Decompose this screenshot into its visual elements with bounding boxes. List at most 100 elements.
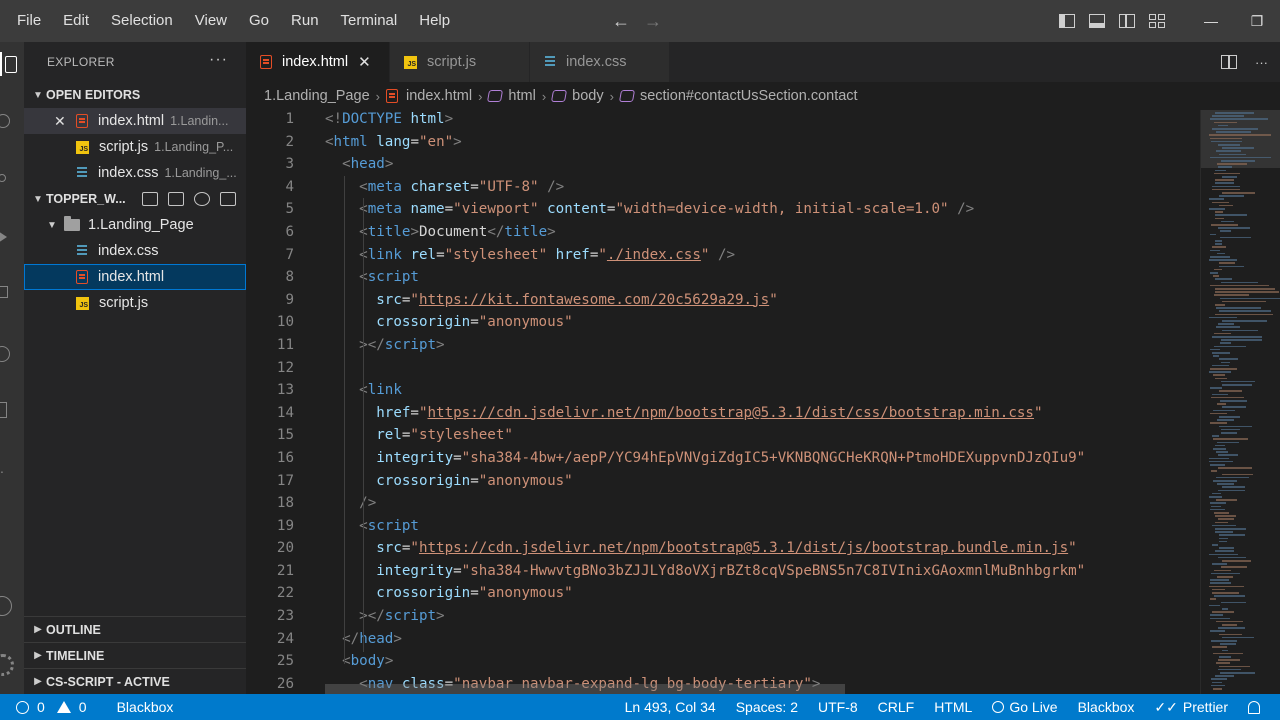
customize-layout-icon[interactable]: [1149, 14, 1165, 28]
file-item[interactable]: index.css: [24, 238, 246, 264]
menu-run[interactable]: Run: [280, 0, 330, 42]
run-debug-icon[interactable]: [0, 226, 24, 250]
tab-index-html[interactable]: index.html ✕: [246, 42, 390, 82]
menu-edit[interactable]: Edit: [52, 0, 100, 42]
code-line[interactable]: 6 <title>Document</title>: [246, 221, 1200, 244]
code-line[interactable]: 18 />: [246, 492, 1200, 515]
code-editor[interactable]: 1 <!DOCTYPE html> 2 <html lang="en"> 3 <head…: [246, 108, 1200, 694]
line-number: 20: [276, 540, 294, 557]
minimap[interactable]: [1200, 110, 1280, 694]
extensions-icon[interactable]: [0, 282, 24, 306]
blackbox-right[interactable]: Blackbox: [1068, 699, 1145, 715]
close-icon[interactable]: ✕: [54, 113, 66, 130]
code-line[interactable]: 16 integrity="sha384-4bw+/aepP/YC94hEpVN…: [246, 447, 1200, 470]
code-line[interactable]: 8 <script: [246, 266, 1200, 289]
code-line[interactable]: 5 <meta name="viewport" content="width=d…: [246, 198, 1200, 221]
menu-file[interactable]: File: [6, 0, 52, 42]
menu-selection[interactable]: Selection: [100, 0, 184, 42]
code-line[interactable]: 23 ></script>: [246, 605, 1200, 628]
search-icon[interactable]: [0, 110, 24, 134]
code-line[interactable]: 17 crossorigin="anonymous": [246, 470, 1200, 493]
remote-explorer-icon[interactable]: [0, 342, 24, 366]
more-actions-icon[interactable]: ···: [1255, 55, 1268, 70]
breadcrumb-file[interactable]: index.html: [406, 88, 472, 104]
workspace-section[interactable]: ▼ TOPPER_W...: [24, 186, 246, 212]
horizontal-scrollbar[interactable]: [325, 684, 845, 694]
split-editor-icon[interactable]: [1221, 55, 1237, 69]
code-line[interactable]: 19 <script: [246, 515, 1200, 538]
error-count[interactable]: 0: [37, 699, 45, 715]
open-editor-item[interactable]: JS script.js 1.Landing_P...: [24, 134, 246, 160]
line-ending[interactable]: CRLF: [868, 699, 925, 715]
code-line[interactable]: 24 </head>: [246, 628, 1200, 651]
timeline-section[interactable]: ▶ TIMELINE: [24, 642, 246, 668]
go-live-button[interactable]: Go Live: [982, 699, 1067, 715]
menu-view[interactable]: View: [184, 0, 238, 42]
open-editor-item[interactable]: ✕ index.html 1.Landin...: [24, 108, 246, 134]
code-line[interactable]: 3 <head>: [246, 153, 1200, 176]
forward-arrow-icon[interactable]: →: [644, 11, 662, 32]
file-item-selected[interactable]: index.html: [24, 264, 246, 290]
breadcrumb-body[interactable]: body: [572, 88, 603, 104]
code-line[interactable]: 14 href="https://cdn.jsdelivr.net/npm/bo…: [246, 402, 1200, 425]
navigation-arrows: ← →: [612, 0, 662, 42]
cursor-position[interactable]: Ln 493, Col 34: [615, 699, 726, 715]
folder-item[interactable]: ▼ 1.Landing_Page: [24, 212, 246, 238]
testing-icon[interactable]: [0, 398, 24, 422]
account-icon[interactable]: [0, 594, 24, 618]
manage-gear-icon[interactable]: [0, 652, 24, 676]
blackbox-left[interactable]: Blackbox: [117, 699, 174, 715]
code-line[interactable]: 20 src="https://cdn.jsdelivr.net/npm/boo…: [246, 537, 1200, 560]
code-line[interactable]: 1 <!DOCTYPE html>: [246, 108, 1200, 131]
notifications-bell-icon[interactable]: [1248, 700, 1260, 714]
outline-section[interactable]: ▶ OUTLINE: [24, 616, 246, 642]
code-line[interactable]: 21 integrity="sha384-HwwvtgBNo3bZJJLYd8o…: [246, 560, 1200, 583]
code-line[interactable]: 13 <link: [246, 379, 1200, 402]
collapse-all-icon[interactable]: [220, 192, 236, 206]
new-folder-icon[interactable]: [168, 192, 184, 206]
toggle-secondary-sidebar-icon[interactable]: [1119, 14, 1135, 28]
indentation[interactable]: Spaces: 2: [726, 699, 808, 715]
code-line[interactable]: 4 <meta charset="UTF-8" />: [246, 176, 1200, 199]
menu-help[interactable]: Help: [408, 0, 461, 42]
more-actions-icon[interactable]: ···: [209, 51, 228, 69]
encoding[interactable]: UTF-8: [808, 699, 868, 715]
explorer-icon[interactable]: [0, 52, 24, 76]
toggle-panel-icon[interactable]: [1089, 14, 1105, 28]
file-item[interactable]: JS script.js: [24, 290, 246, 316]
code-line[interactable]: 7 <link rel="stylesheet" href="./index.c…: [246, 244, 1200, 267]
close-icon[interactable]: ✕: [358, 53, 371, 71]
breadcrumb-section[interactable]: section#contactUsSection.contact: [640, 88, 858, 104]
breadcrumb-folder[interactable]: 1.Landing_Page: [264, 88, 370, 104]
code-line[interactable]: 11 ></script>: [246, 334, 1200, 357]
prettier-button[interactable]: ✓✓ Prettier: [1144, 699, 1238, 716]
restore-button[interactable]: ❐: [1234, 13, 1280, 30]
code-line[interactable]: 25 <body>: [246, 650, 1200, 673]
source-control-icon[interactable]: [0, 168, 24, 192]
code-line[interactable]: 10 crossorigin="anonymous": [246, 311, 1200, 334]
tab-script-js[interactable]: JS script.js: [390, 42, 530, 82]
code-line[interactable]: 15 rel="stylesheet": [246, 424, 1200, 447]
minimap-line: [1222, 608, 1228, 610]
open-editor-item[interactable]: index.css 1.Landing_...: [24, 160, 246, 186]
code-line[interactable]: 22 crossorigin="anonymous": [246, 582, 1200, 605]
breadcrumb-html[interactable]: html: [508, 88, 535, 104]
minimap-line: [1215, 675, 1234, 677]
tab-index-css[interactable]: index.css: [530, 42, 670, 82]
warning-count[interactable]: 0: [79, 699, 87, 715]
menu-terminal[interactable]: Terminal: [330, 0, 409, 42]
code-line[interactable]: 9 src="https://kit.fontawesome.com/20c56…: [246, 289, 1200, 312]
more-icon[interactable]: .: [0, 456, 24, 480]
refresh-icon[interactable]: [194, 192, 210, 206]
back-arrow-icon[interactable]: ←: [612, 11, 630, 32]
toggle-sidebar-icon[interactable]: [1059, 14, 1075, 28]
new-file-icon[interactable]: [142, 192, 158, 206]
cs-script-section[interactable]: ▶ CS-SCRIPT - ACTIVE: [24, 668, 246, 694]
menu-go[interactable]: Go: [238, 0, 280, 42]
language-mode[interactable]: HTML: [924, 699, 982, 715]
open-editors-section[interactable]: ▼ OPEN EDITORS: [24, 82, 246, 108]
code-line[interactable]: 2 <html lang="en">: [246, 131, 1200, 154]
minimize-button[interactable]: —: [1188, 13, 1234, 29]
minimap-line: [1217, 163, 1247, 165]
code-line[interactable]: 12: [246, 357, 1200, 380]
